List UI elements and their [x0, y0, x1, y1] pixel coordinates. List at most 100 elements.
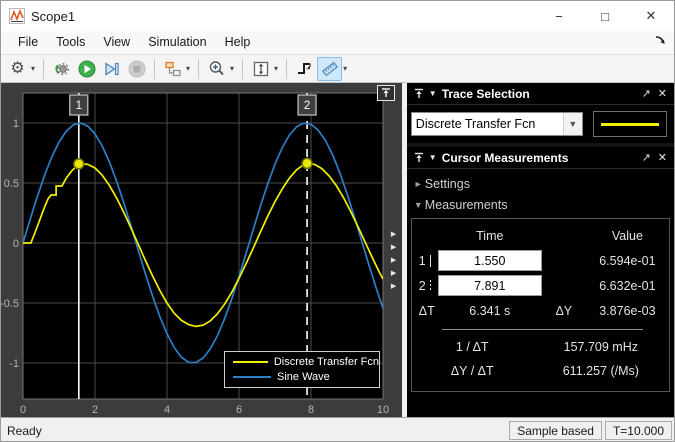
settings-toggle[interactable]: ► Settings	[411, 173, 670, 194]
svg-text:-1: -1	[9, 358, 19, 370]
cursor-measurements-caret[interactable]: ▾	[342, 64, 350, 73]
trace-selection-header[interactable]: ▼ Trace Selection ↗ ✕	[406, 83, 674, 105]
measurements-toggle[interactable]: ▼ Measurements	[411, 194, 670, 215]
svg-text:2: 2	[304, 100, 310, 112]
ruler-icon	[321, 61, 338, 76]
app-icon	[9, 8, 25, 24]
legend-label: Sine Wave	[277, 370, 330, 383]
arrow-up-bar-icon	[381, 88, 390, 97]
minimize-button[interactable]: −	[536, 1, 582, 31]
run-button[interactable]	[74, 57, 99, 81]
inv-dt-label: 1 / ΔT	[455, 340, 489, 354]
step-forward-button[interactable]	[99, 57, 124, 81]
delta-t-label: ΔT	[418, 303, 435, 318]
menu-bar: File Tools View Simulation Help	[1, 31, 674, 54]
legend-item: Discrete Transfer Fcn	[225, 354, 379, 369]
cursor2-row: 2 6.632e-01	[412, 273, 669, 298]
block-diagram-icon	[164, 61, 181, 76]
cursor1-time-input[interactable]	[437, 250, 542, 271]
configuration-button[interactable]: ⚙	[5, 57, 30, 81]
trace-select-dropdown[interactable]: Discrete Transfer Fcn ▼	[410, 112, 583, 136]
legend-line-yellow	[233, 360, 268, 363]
svg-text:0: 0	[13, 238, 19, 250]
run-icon	[78, 60, 96, 77]
menu-view[interactable]: View	[94, 33, 139, 52]
close-button[interactable]: ✕	[628, 1, 674, 31]
legend-item: Sine Wave	[225, 369, 379, 384]
svg-text:8: 8	[308, 404, 314, 416]
svg-text:6: 6	[236, 404, 242, 416]
collapse-icon[interactable]: ▼	[429, 89, 437, 98]
menu-file[interactable]: File	[9, 33, 47, 52]
trace-style-sample[interactable]	[592, 111, 667, 137]
panel-splitter[interactable]: ▶ ▶ ▶ ▶ ▶	[391, 229, 401, 293]
menu-simulation[interactable]: Simulation	[139, 33, 215, 52]
cursor2-label: 2	[418, 278, 426, 293]
settings-label: Settings	[424, 176, 470, 191]
trigger-button[interactable]	[292, 57, 317, 81]
gear-icon: ⚙	[10, 59, 25, 77]
close-panel-icon[interactable]: ✕	[658, 87, 667, 100]
panel-title: Cursor Measurements	[441, 150, 569, 165]
close-panel-icon[interactable]: ✕	[658, 151, 667, 164]
trace-sample-line	[600, 122, 659, 126]
svg-text:0.5: 0.5	[4, 178, 19, 190]
zoom-icon	[209, 60, 224, 75]
slope-label: ΔY / ΔT	[450, 364, 494, 378]
zoom-caret[interactable]: ▾	[229, 64, 237, 73]
scope-window: Scope1 − □ ✕ File Tools View Simulation …	[0, 0, 675, 442]
window-title: Scope1	[31, 8, 76, 24]
configuration-caret[interactable]: ▾	[30, 64, 38, 73]
toolbar: ⚙ ▾ ▾ ▾ ▾ ▾	[1, 54, 674, 83]
svg-text:1: 1	[76, 100, 82, 112]
title-bar: Scope1 − □ ✕	[1, 1, 674, 31]
zoom-button[interactable]	[204, 57, 229, 81]
simulink-snapshot-caret[interactable]: ▾	[185, 64, 193, 73]
scroll-up-button[interactable]	[376, 85, 395, 101]
legend-line-blue	[233, 375, 271, 378]
splitter-arrow-icon: ▶	[390, 257, 397, 264]
cursor2-time-input[interactable]	[437, 275, 542, 296]
svg-text:2: 2	[92, 404, 98, 416]
stop-button[interactable]	[124, 57, 149, 81]
simulink-snapshot-button[interactable]	[160, 57, 185, 81]
delta-y-label: ΔY	[555, 303, 573, 318]
rollup-pin-icon[interactable]	[414, 152, 424, 163]
cursor-measurements-button[interactable]	[317, 56, 343, 81]
rollup-pin-icon[interactable]	[414, 88, 424, 99]
svg-text:1: 1	[13, 118, 19, 130]
cursor2-value: 6.632e-01	[599, 278, 656, 293]
cursor1-label: 1	[418, 253, 426, 268]
delta-row: ΔT 6.341 s ΔY 3.876e-03	[412, 298, 669, 323]
status-bar: Ready Sample based T=10.000	[1, 417, 674, 441]
legend-label: Discrete Transfer Fcn	[273, 355, 379, 368]
chevron-down-icon: ▼	[562, 113, 582, 135]
cursor-measurements-panel: ▼ Cursor Measurements ↗ ✕ ► Settings ▼ M…	[406, 147, 674, 417]
dashed-line-icon	[429, 279, 431, 292]
solid-line-icon	[429, 254, 431, 267]
stepping-options-button[interactable]	[49, 57, 74, 81]
table-divider	[441, 329, 643, 330]
fit-to-view-button[interactable]	[248, 57, 273, 81]
inv-dt-value: 157.709 mHz	[563, 340, 638, 354]
menu-help[interactable]: Help	[216, 33, 260, 52]
fit-to-view-caret[interactable]: ▾	[273, 64, 281, 73]
expand-icon: ►	[413, 178, 423, 189]
measurements-table: Time Value 1 6.594e-01	[410, 218, 670, 392]
maximize-button[interactable]: □	[582, 1, 628, 31]
collapse-icon: ▼	[413, 199, 423, 210]
undock-icon[interactable]: ↗	[642, 151, 651, 164]
cursor1-value: 6.594e-01	[599, 253, 656, 268]
toolbar-overflow-icon[interactable]	[654, 35, 666, 45]
collapse-icon[interactable]: ▼	[429, 153, 437, 162]
cursor-measurements-header[interactable]: ▼ Cursor Measurements ↗ ✕	[406, 147, 674, 169]
value-header: Value	[611, 228, 643, 243]
sim-time-cell: T=10.000	[604, 421, 672, 440]
panel-title: Trace Selection	[441, 86, 530, 101]
undock-icon[interactable]: ↗	[642, 87, 651, 100]
splitter-arrow-icon: ▶	[390, 283, 397, 290]
sample-mode-cell: Sample based	[509, 421, 602, 440]
menu-tools[interactable]: Tools	[47, 33, 94, 52]
splitter-arrow-icon: ▶	[390, 270, 397, 277]
table-header-row: Time Value	[412, 223, 669, 248]
